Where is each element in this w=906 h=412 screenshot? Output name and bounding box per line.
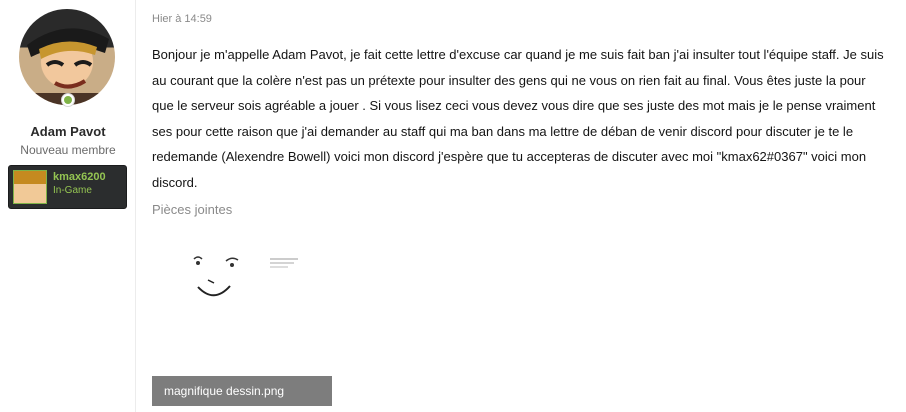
message-body: Bonjour je m'appelle Adam Pavot, je fait… (152, 47, 884, 190)
avatar-illustration (19, 28, 115, 105)
drawing-preview (152, 226, 332, 376)
user-title: Nouveau membre (20, 143, 116, 157)
attachments-label: Pièces jointes (152, 202, 233, 217)
game-avatar (13, 170, 47, 204)
avatar-container (19, 9, 115, 107)
avatar[interactable] (19, 9, 115, 105)
message-user-sidebar: Adam Pavot Nouveau membre kmax6200 In-Ga… (0, 0, 136, 412)
online-status-indicator (61, 93, 75, 107)
game-username: kmax6200 (53, 171, 106, 183)
attachment-filename[interactable]: magnifique dessin.png (152, 376, 332, 406)
username[interactable]: Adam Pavot (0, 124, 136, 139)
game-status: In-Game (53, 185, 92, 196)
game-status-card[interactable]: kmax6200 In-Game (8, 165, 127, 209)
post-timestamp[interactable]: Hier à 14:59 (152, 13, 212, 25)
attachment-thumbnail[interactable] (152, 226, 332, 376)
